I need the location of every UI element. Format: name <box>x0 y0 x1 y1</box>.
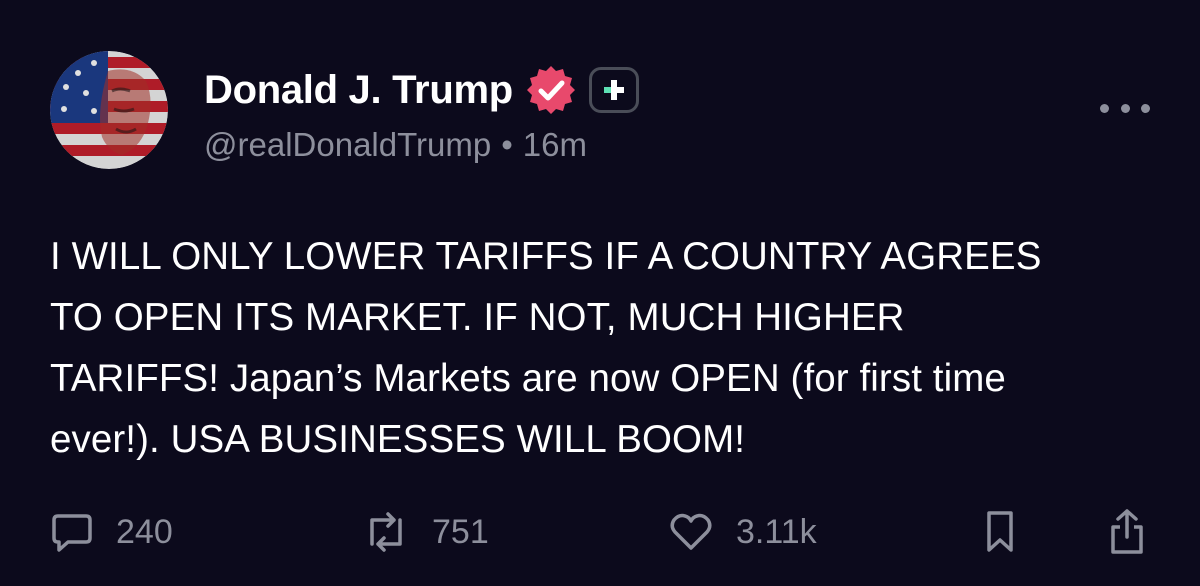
more-options-button[interactable] <box>1100 96 1150 120</box>
post-text-line: ever!). USA BUSINESSES WILL BOOM! <box>50 418 746 461</box>
avatar-image <box>50 51 168 169</box>
share-icon <box>1105 507 1149 557</box>
post-text-line: I WILL ONLY LOWER TARIFFS IF A COUNTRY A… <box>50 235 1042 278</box>
verified-badge-icon <box>525 64 577 116</box>
plus-badge-icon[interactable] <box>588 67 639 113</box>
heart-icon <box>668 510 714 554</box>
author-name-row: Donald J. Trump <box>204 64 639 116</box>
like-button[interactable]: 3.11k <box>668 500 817 564</box>
more-dot <box>1100 103 1109 113</box>
more-dot <box>1120 103 1130 113</box>
avatar[interactable] <box>50 51 168 169</box>
meta-separator: • <box>501 126 513 163</box>
reply-icon <box>50 510 94 554</box>
post-timestamp[interactable]: 16m <box>523 126 587 163</box>
post-actions-bar: 240 751 3.11k <box>0 500 1200 564</box>
post-text-line: TARIFFS! Japan’s Markets are now OPEN (f… <box>50 357 1006 400</box>
share-button[interactable] <box>1105 500 1149 564</box>
repost-button[interactable]: 751 <box>362 500 489 564</box>
repost-count: 751 <box>432 512 489 551</box>
reply-count: 240 <box>116 512 173 551</box>
bookmark-button[interactable] <box>980 500 1020 564</box>
reply-button[interactable]: 240 <box>50 500 173 564</box>
author-meta-row: @realDonaldTrump • 16m <box>204 126 587 164</box>
more-dot <box>1141 103 1150 113</box>
author-display-name[interactable]: Donald J. Trump <box>204 68 513 113</box>
bookmark-icon <box>980 508 1020 556</box>
post-text-line: TO OPEN ITS MARKET. IF NOT, MUCH HIGHER <box>50 296 905 339</box>
like-count: 3.11k <box>736 512 817 551</box>
repost-icon <box>362 510 410 554</box>
author-handle[interactable]: @realDonaldTrump <box>204 126 491 163</box>
post-card: Donald J. Trump @realDonaldTrump • 16m I W… <box>0 0 1200 586</box>
post-body: I WILL ONLY LOWER TARIFFS IF A COUNTRY A… <box>50 226 1150 470</box>
